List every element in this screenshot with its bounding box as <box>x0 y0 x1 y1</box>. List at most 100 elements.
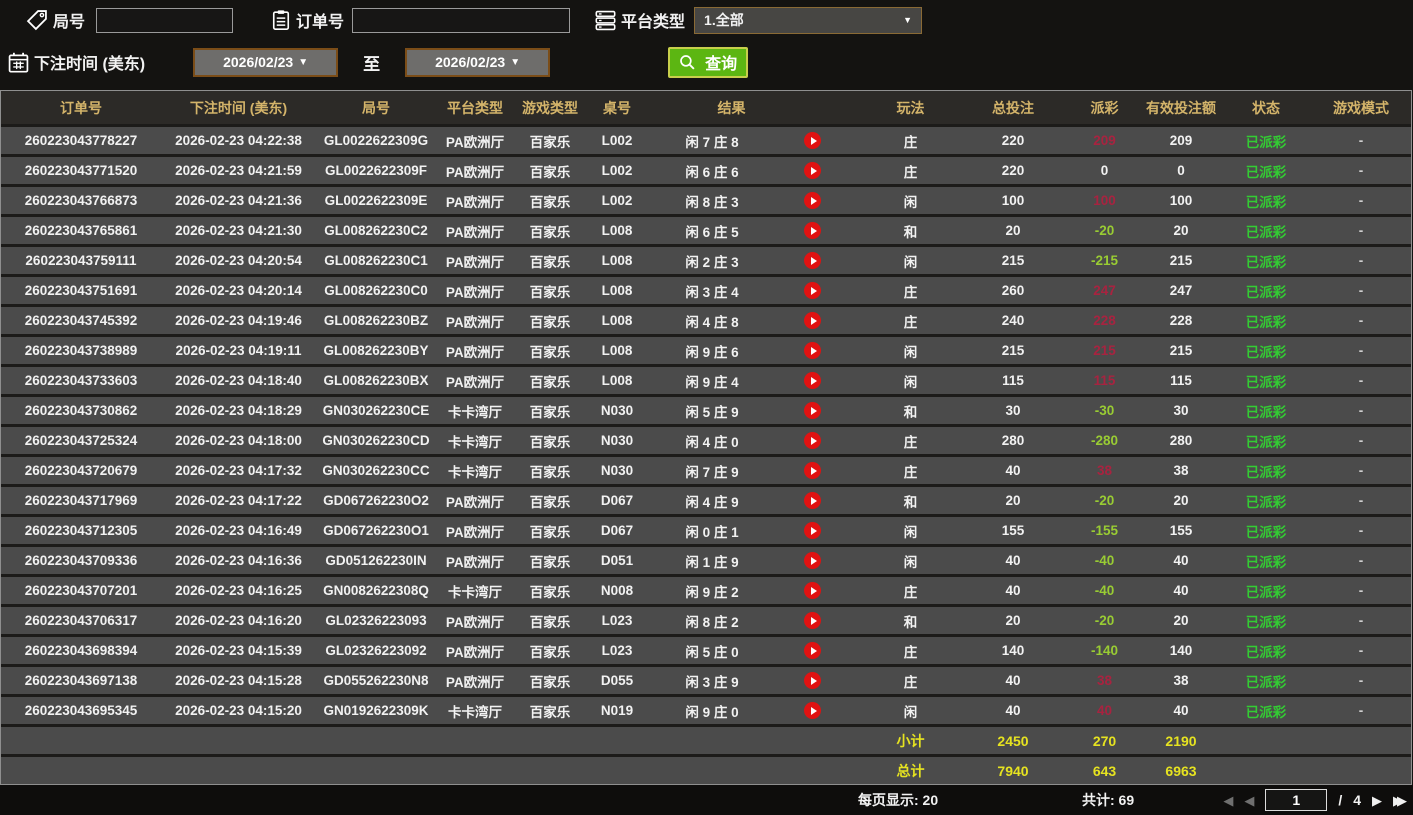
play-type-cell: 和 <box>903 494 918 510</box>
valid-bet-cell: 0 <box>1177 163 1185 178</box>
play-video-button[interactable] <box>804 402 821 419</box>
header-round-id: 局号 <box>362 99 390 116</box>
page-separator: / <box>1338 792 1343 808</box>
order-id-cell: 260223043695345 <box>24 703 138 718</box>
play-video-button[interactable] <box>804 192 821 209</box>
total-bet-cell: 215 <box>1001 343 1025 358</box>
game-type-cell: 百家乐 <box>529 164 571 180</box>
table-no-cell: N030 <box>600 403 634 418</box>
payout-cell: -20 <box>1094 223 1115 238</box>
valid-bet-cell: 20 <box>1173 613 1189 628</box>
table-row: 260223043706317 2026-02-23 04:16:20 GL02… <box>1 607 1411 634</box>
header-status: 状态 <box>1252 99 1280 116</box>
bet-time-cell: 2026-02-23 04:20:54 <box>175 253 302 268</box>
result-cell: 闲 7 庄 8 <box>648 131 863 151</box>
play-video-button[interactable] <box>804 132 821 149</box>
tag-icon <box>26 9 48 31</box>
status-badge: 已派彩 <box>1245 704 1287 720</box>
payout-cell: 215 <box>1093 343 1116 358</box>
result-score: 闲 1 庄 9 <box>685 554 739 570</box>
play-video-button[interactable] <box>804 552 821 569</box>
total-bet-cell: 220 <box>1001 163 1025 178</box>
play-video-button[interactable] <box>804 432 821 449</box>
result-cell: 闲 9 庄 0 <box>648 701 863 721</box>
play-video-button[interactable] <box>804 342 821 359</box>
query-button[interactable]: 查询 <box>668 46 749 78</box>
play-video-button[interactable] <box>804 282 821 299</box>
game-mode-cell: - <box>1358 343 1364 358</box>
platform-cell: PA欧洲厅 <box>445 344 505 360</box>
first-page-button[interactable]: ◀ <box>1223 794 1233 807</box>
order-id-cell: 260223043765861 <box>24 223 138 238</box>
play-video-button[interactable] <box>804 222 821 239</box>
round-id-cell: GD051262230IN <box>325 553 427 568</box>
play-type-cell: 闲 <box>903 194 918 210</box>
round-id-input[interactable] <box>96 7 234 33</box>
table-row: 260223043751691 2026-02-23 04:20:14 GL00… <box>1 277 1411 304</box>
play-video-button[interactable] <box>804 162 821 179</box>
play-video-button[interactable] <box>804 252 821 269</box>
payout-cell: 0 <box>1100 163 1109 178</box>
order-id-cell: 260223043778227 <box>24 133 138 148</box>
platform-type-select[interactable]: 1.全部 ▼ <box>694 6 923 34</box>
page-number-input[interactable] <box>1265 789 1328 811</box>
game-type-cell: 百家乐 <box>529 254 571 270</box>
play-video-button[interactable] <box>804 612 821 629</box>
table-row: 260223043697138 2026-02-23 04:15:28 GD05… <box>1 667 1411 694</box>
play-video-button[interactable] <box>804 312 821 329</box>
table-no-cell: L008 <box>601 253 633 268</box>
result-cell: 闲 4 庄 0 <box>648 431 863 451</box>
prev-page-button[interactable]: ◀ <box>1244 794 1254 807</box>
platform-cell: PA欧洲厅 <box>445 164 505 180</box>
platform-cell: 卡卡湾厅 <box>448 404 502 420</box>
grand-total-payout: 643 <box>1092 762 1117 779</box>
order-id-cell: 260223043730862 <box>24 403 138 418</box>
date-from-select[interactable]: 2026/02/23 ▼ <box>193 47 339 77</box>
game-type-cell: 百家乐 <box>529 194 571 210</box>
table-no-cell: L002 <box>601 163 633 178</box>
table-no-cell: L023 <box>601 613 633 628</box>
play-video-button[interactable] <box>804 372 821 389</box>
play-video-button[interactable] <box>804 522 821 539</box>
header-order-id: 订单号 <box>60 99 102 116</box>
game-type-cell: 百家乐 <box>529 584 571 600</box>
play-video-button[interactable] <box>804 462 821 479</box>
game-type-cell: 百家乐 <box>529 404 571 420</box>
game-type-cell: 百家乐 <box>529 614 571 630</box>
table-row: 260223043745392 2026-02-23 04:19:46 GL00… <box>1 307 1411 334</box>
game-mode-cell: - <box>1358 163 1364 178</box>
play-video-button[interactable] <box>804 672 821 689</box>
platform-cell: PA欧洲厅 <box>445 224 505 240</box>
order-id-input[interactable] <box>352 7 571 33</box>
result-cell: 闲 9 庄 2 <box>648 581 863 601</box>
valid-bet-cell: 247 <box>1169 283 1193 298</box>
header-payout: 派彩 <box>1090 99 1119 116</box>
game-type-cell: 百家乐 <box>529 344 571 360</box>
last-page-button[interactable]: ▶▶ <box>1393 794 1407 807</box>
total-pages-label: 4 <box>1353 792 1361 808</box>
valid-bet-cell: 215 <box>1169 343 1193 358</box>
platform-cell: PA欧洲厅 <box>445 314 505 330</box>
play-video-button[interactable] <box>804 702 821 719</box>
play-video-button[interactable] <box>804 582 821 599</box>
status-badge: 已派彩 <box>1245 164 1287 180</box>
table-row: 260223043725324 2026-02-23 04:18:00 GN03… <box>1 427 1411 454</box>
game-type-cell: 百家乐 <box>529 644 571 660</box>
date-to-select[interactable]: 2026/02/23 ▼ <box>405 47 551 77</box>
grand-total-row: 总计 7940 643 6963 <box>1 757 1411 784</box>
play-video-button[interactable] <box>804 642 821 659</box>
total-bet-cell: 40 <box>1005 673 1021 688</box>
payout-cell: 115 <box>1093 373 1116 388</box>
bet-time-cell: 2026-02-23 04:16:25 <box>175 583 302 598</box>
bet-time-cell: 2026-02-23 04:20:14 <box>175 283 302 298</box>
round-id-cell: GN030262230CD <box>322 433 430 448</box>
play-type-cell: 庄 <box>903 314 918 330</box>
table-row: 260223043712305 2026-02-23 04:16:49 GD06… <box>1 517 1411 544</box>
result-cell: 闲 6 庄 6 <box>648 161 863 181</box>
bet-time-cell: 2026-02-23 04:18:40 <box>175 373 302 388</box>
status-badge: 已派彩 <box>1245 224 1287 240</box>
play-video-button[interactable] <box>804 492 821 509</box>
result-score: 闲 0 庄 1 <box>685 524 739 540</box>
next-page-button[interactable]: ▶ <box>1372 794 1382 807</box>
status-badge: 已派彩 <box>1245 284 1287 300</box>
